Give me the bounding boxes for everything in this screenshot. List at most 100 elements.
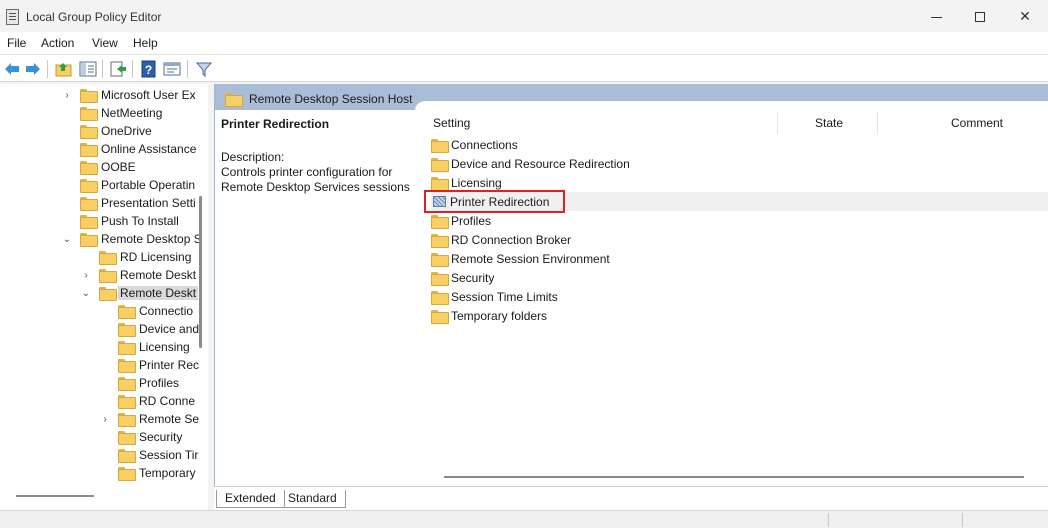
folder-icon xyxy=(118,359,136,373)
folder-icon xyxy=(80,215,98,229)
folder-icon xyxy=(80,125,98,139)
folder-icon xyxy=(118,467,136,481)
folder-icon xyxy=(431,252,449,267)
list-item[interactable]: Device and Resource Redirection xyxy=(431,154,1048,173)
tree-item[interactable]: › Remote Deskt xyxy=(81,266,196,284)
tree-item[interactable]: RD Conne xyxy=(100,392,195,410)
title-bar: Local Group Policy Editor ✕ xyxy=(0,0,1048,32)
folder-icon xyxy=(80,233,98,247)
tree-item[interactable]: ⌄ Remote Desktop S xyxy=(62,230,202,248)
tree-vertical-scrollbar[interactable] xyxy=(199,196,202,348)
properties-button[interactable] xyxy=(162,59,182,79)
tree-item[interactable]: NetMeeting xyxy=(62,104,162,122)
folder-icon xyxy=(80,179,98,193)
column-header-state[interactable]: State xyxy=(815,116,843,130)
tree-item[interactable]: Temporary xyxy=(100,464,196,482)
tab-extended[interactable]: Extended xyxy=(216,490,285,508)
folder-icon xyxy=(80,143,98,157)
folder-icon xyxy=(118,449,136,463)
folder-icon xyxy=(80,107,98,121)
column-header-comment[interactable]: Comment xyxy=(951,116,1003,130)
close-icon: ✕ xyxy=(1019,8,1031,24)
tree-item[interactable]: Session Tir xyxy=(100,446,198,464)
tree-item[interactable]: Profiles xyxy=(100,374,179,392)
tree-item[interactable]: OneDrive xyxy=(62,122,152,140)
properties-icon xyxy=(163,62,181,76)
list-item[interactable]: Profiles xyxy=(431,211,1048,230)
details-header: Remote Desktop Session Host xyxy=(215,88,427,110)
tree-item[interactable]: OOBE xyxy=(62,158,136,176)
svg-text:?: ? xyxy=(145,63,152,77)
list-horizontal-scrollbar[interactable] xyxy=(444,476,1024,478)
menu-file[interactable]: File xyxy=(7,36,26,50)
tree-horizontal-scrollbar[interactable] xyxy=(16,495,94,497)
chevron-right-icon[interactable]: › xyxy=(100,414,110,425)
menu-help[interactable]: Help xyxy=(133,36,158,50)
tree-item[interactable]: › Remote Se xyxy=(100,410,199,428)
chevron-down-icon[interactable]: ⌄ xyxy=(81,288,91,299)
chevron-right-icon[interactable]: › xyxy=(81,270,91,281)
details-pane: Remote Desktop Session Host Printer Redi… xyxy=(214,84,1048,510)
tree-item[interactable]: Licensing xyxy=(100,338,190,356)
folder-icon xyxy=(80,161,98,175)
maximize-icon xyxy=(975,12,985,23)
tree-item[interactable]: Online Assistance xyxy=(62,140,196,158)
list-item[interactable]: Session Time Limits xyxy=(431,287,1048,306)
description-label: Description: xyxy=(221,150,285,164)
chevron-down-icon[interactable]: ⌄ xyxy=(62,234,72,245)
help-button[interactable]: ? xyxy=(139,59,159,79)
tab-standard[interactable]: Standard xyxy=(280,490,346,508)
folder-icon xyxy=(99,287,117,301)
close-button[interactable]: ✕ xyxy=(1002,0,1048,32)
list-item[interactable]: Connections xyxy=(431,135,1048,154)
export-list-button[interactable] xyxy=(108,59,128,79)
folder-icon xyxy=(80,197,98,211)
column-header-setting[interactable]: Setting xyxy=(433,116,470,130)
description-text: Controls printer configuration for Remot… xyxy=(221,165,410,194)
chevron-right-icon[interactable]: › xyxy=(62,90,72,101)
minimize-icon xyxy=(930,16,942,18)
folder-icon xyxy=(431,271,449,286)
list-item[interactable]: Security xyxy=(431,268,1048,287)
back-icon xyxy=(5,63,19,75)
maximize-button[interactable] xyxy=(957,0,1003,32)
show-hide-tree-icon xyxy=(79,61,97,77)
show-hide-tree-button[interactable] xyxy=(78,59,98,79)
window-title: Local Group Policy Editor xyxy=(26,10,162,24)
up-folder-icon xyxy=(55,63,72,77)
menu-action[interactable]: Action xyxy=(41,36,74,50)
toolbar: ? xyxy=(0,54,1048,82)
folder-icon xyxy=(99,251,117,265)
folder-icon xyxy=(118,413,136,427)
policy-editor-app-icon xyxy=(6,9,19,25)
tree-item[interactable]: Connectio xyxy=(100,302,193,320)
tree-item-selected[interactable]: ⌄ Remote Deskt xyxy=(81,284,199,302)
tree-item[interactable]: RD Licensing xyxy=(81,248,191,266)
folder-icon xyxy=(118,377,136,391)
list-item[interactable]: Temporary folders xyxy=(431,306,1048,325)
minimize-button[interactable] xyxy=(913,0,959,32)
folder-icon xyxy=(431,309,449,324)
description-panel: Printer Redirection Description: Control… xyxy=(215,110,427,470)
folder-icon xyxy=(118,305,136,319)
tree-item[interactable]: Printer Rec xyxy=(100,356,199,374)
help-icon: ? xyxy=(141,60,156,78)
tree-item[interactable]: Portable Operatin xyxy=(62,176,195,194)
folder-icon xyxy=(431,233,449,248)
back-button[interactable] xyxy=(2,59,22,79)
settings-list: Setting State Comment Connections Device… xyxy=(427,110,1048,476)
folder-icon xyxy=(118,395,136,409)
tree-item[interactable]: Device and xyxy=(100,320,199,338)
tree-item[interactable]: Push To Install xyxy=(62,212,179,230)
filter-button[interactable] xyxy=(194,59,214,79)
folder-icon xyxy=(80,89,98,103)
forward-button[interactable] xyxy=(23,59,43,79)
folder-icon xyxy=(431,157,449,172)
list-item[interactable]: Remote Session Environment xyxy=(431,249,1048,268)
tree-item[interactable]: Presentation Setti xyxy=(62,194,196,212)
tree-item[interactable]: › Microsoft User Ex xyxy=(62,86,196,104)
tree-item[interactable]: Security xyxy=(100,428,182,446)
up-one-level-button[interactable] xyxy=(54,59,74,79)
menu-view[interactable]: View xyxy=(92,36,118,50)
list-item[interactable]: RD Connection Broker xyxy=(431,230,1048,249)
